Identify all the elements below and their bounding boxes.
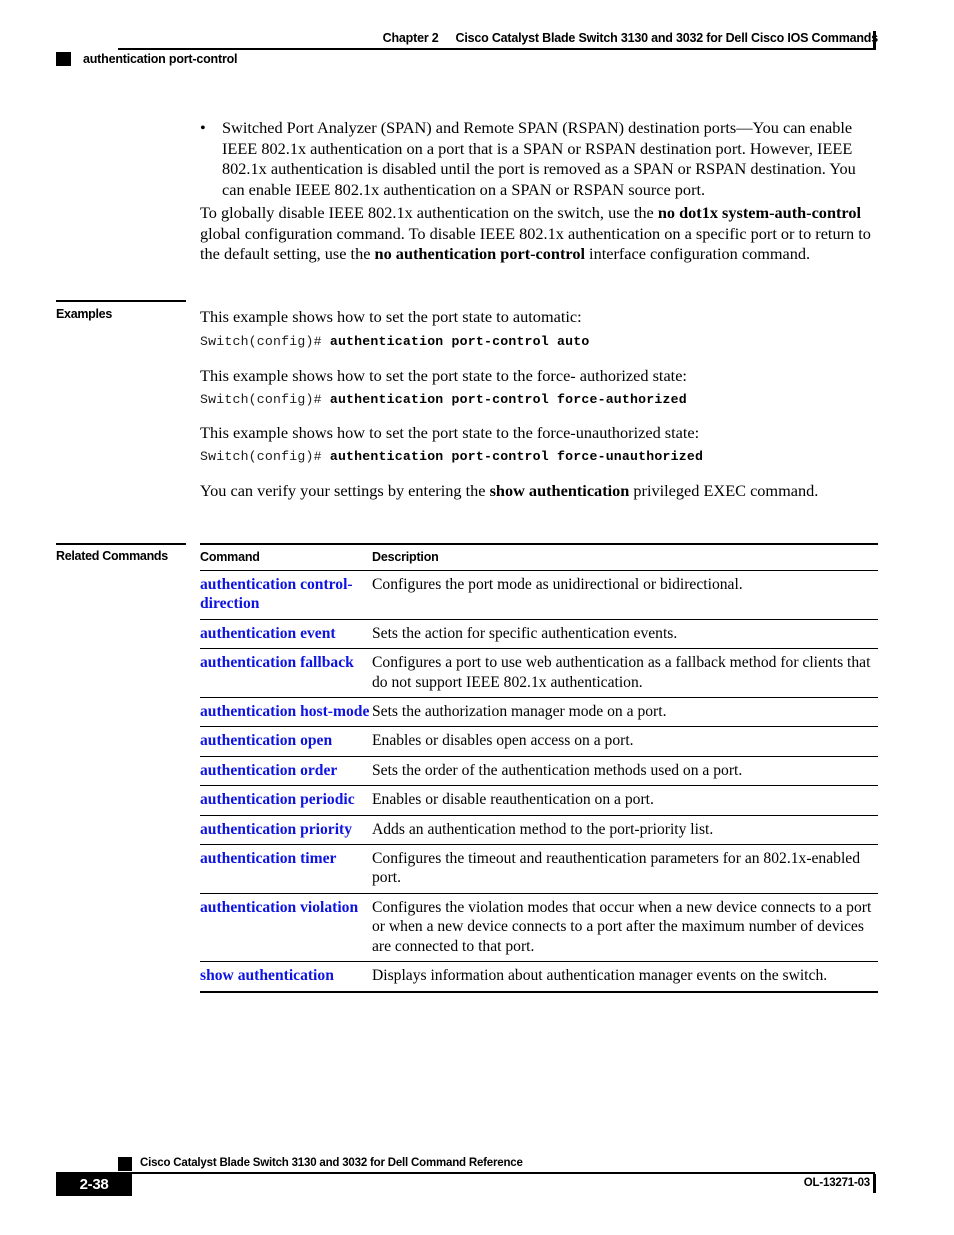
verify-bold-command: show authentication <box>489 481 630 500</box>
command-link[interactable]: authentication order <box>200 756 372 787</box>
code-line-3: Switch(config)# authentication port-cont… <box>200 449 878 465</box>
footer-rule <box>118 1172 875 1174</box>
document-id: OL-13271-03 <box>803 1177 870 1189</box>
command-link[interactable]: show authentication <box>200 961 372 993</box>
header-chapter-label: Chapter 2 <box>382 31 439 45</box>
header-book-title: Cisco Catalyst Blade Switch 3130 and 303… <box>455 31 879 45</box>
command-description: Sets the authorization manager mode on a… <box>372 697 878 728</box>
example-1-intro-text: This example shows how to set the port s… <box>200 307 582 326</box>
table-row: show authentication Displays information… <box>200 961 878 993</box>
black-square-marker-icon <box>56 52 71 66</box>
intro-bold-command-2: no authentication port-control <box>374 244 585 264</box>
code-line-2: Switch(config)# authentication port-cont… <box>200 392 878 408</box>
table-row: authentication timer Configures the time… <box>200 844 878 894</box>
code-command-3: authentication port-control force-unauth… <box>329 449 704 464</box>
header-command-row: authentication port-control <box>56 50 238 68</box>
table-row: authentication periodic Enables or disab… <box>200 785 878 816</box>
command-link[interactable]: authentication periodic <box>200 785 372 816</box>
intro-paragraph-block: To globally disable IEEE 802.1x authenti… <box>200 203 878 265</box>
command-link[interactable]: authentication event <box>200 619 372 650</box>
command-description: Enables or disable reauthentication on a… <box>372 785 878 816</box>
command-description: Enables or disables open access on a por… <box>372 726 878 757</box>
verify-part1: You can verify your settings by entering… <box>200 481 490 500</box>
footer-black-square-marker-icon <box>118 1157 132 1171</box>
command-description: Sets the order of the authentication met… <box>372 756 878 787</box>
bullet-marker-icon: • <box>200 118 206 137</box>
example-3-intro: This example shows how to set the port s… <box>200 423 878 444</box>
examples-section-label: Examples <box>56 307 112 321</box>
intro-bold-command-1: no dot1x system-auth-control <box>657 203 862 222</box>
page-title: authentication port-control <box>83 52 238 66</box>
code-command-2: authentication port-control force-author… <box>329 392 687 407</box>
example-2-intro: This example shows how to set the port s… <box>200 366 878 387</box>
page-header: Chapter 2 Cisco Catalyst Blade Switch 313… <box>0 0 954 92</box>
command-description: Configures a port to use web authenticat… <box>372 648 878 699</box>
example-3-code-line: Switch(config)# authentication port-cont… <box>200 449 878 465</box>
column-header-description: Description <box>372 543 878 571</box>
examples-section-rule <box>56 300 186 302</box>
verify-paragraph-block: You can verify your settings by entering… <box>200 481 878 502</box>
code-prompt-2: Switch(config)# <box>200 392 330 407</box>
header-title-row: Chapter 2 Cisco Catalyst Blade Switch 313… <box>0 31 879 45</box>
related-commands-table: Command Description authentication contr… <box>200 543 878 993</box>
command-link[interactable]: authentication priority <box>200 815 372 846</box>
table-body: authentication control-direction Configu… <box>200 570 878 993</box>
table-row: authentication order Sets the order of t… <box>200 756 878 787</box>
table-row: authentication open Enables or disables … <box>200 726 878 757</box>
example-2-code-line: Switch(config)# authentication port-cont… <box>200 392 878 408</box>
command-link[interactable]: authentication control-direction <box>200 570 372 620</box>
code-prompt-3: Switch(config)# <box>200 449 330 464</box>
command-description: Adds an authentication method to the por… <box>372 815 878 846</box>
code-prompt-1: Switch(config)# <box>200 334 330 349</box>
related-commands-section-label: Related Commands <box>56 549 168 563</box>
command-link[interactable]: authentication timer <box>200 844 372 894</box>
table-row: authentication event Sets the action for… <box>200 619 878 650</box>
command-description: Configures the timeout and reauthenticat… <box>372 844 878 894</box>
verify-paragraph: You can verify your settings by entering… <box>200 481 878 502</box>
footer-book-title: Cisco Catalyst Blade Switch 3130 and 303… <box>140 1157 523 1169</box>
header-end-tick <box>873 31 876 50</box>
command-link[interactable]: authentication host-mode <box>200 697 372 728</box>
bullet-list-item: • Switched Port Analyzer (SPAN) and Remo… <box>200 118 878 200</box>
command-description: Sets the action for specific authenticat… <box>372 619 878 650</box>
table-row: authentication fallback Configures a por… <box>200 648 878 699</box>
command-description: Configures the violation modes that occu… <box>372 893 878 963</box>
table-header-row: Command Description <box>200 543 878 571</box>
command-link[interactable]: authentication open <box>200 726 372 757</box>
intro-paragraph: To globally disable IEEE 802.1x authenti… <box>200 203 878 265</box>
verify-part2: privileged EXEC command. <box>629 481 819 500</box>
table-row: authentication priority Adds an authenti… <box>200 815 878 846</box>
example-3-intro-text: This example shows how to set the port s… <box>200 423 700 442</box>
example-1-code-line: Switch(config)# authentication port-cont… <box>200 334 878 350</box>
intro-part1: To globally disable IEEE 802.1x authenti… <box>200 203 658 222</box>
example-2-intro-text: This example shows how to set the port s… <box>200 366 687 385</box>
related-commands-section-rule <box>56 543 186 545</box>
command-link[interactable]: authentication fallback <box>200 648 372 699</box>
table-row: authentication host-mode Sets the author… <box>200 697 878 728</box>
footer-end-tick <box>873 1174 876 1193</box>
table-row: authentication violation Configures the … <box>200 893 878 963</box>
code-line-1: Switch(config)# authentication port-cont… <box>200 334 878 350</box>
command-link[interactable]: authentication violation <box>200 893 372 963</box>
table-row: authentication control-direction Configu… <box>200 570 878 620</box>
bullet-text: Switched Port Analyzer (SPAN) and Remote… <box>222 118 856 199</box>
command-description: Displays information about authenticatio… <box>372 961 878 993</box>
command-description: Configures the port mode as unidirection… <box>372 570 878 620</box>
intro-part3: interface configuration command. <box>584 244 811 264</box>
example-1-intro: This example shows how to set the port s… <box>200 307 878 328</box>
code-command-1: authentication port-control auto <box>329 334 590 349</box>
page-number-badge: 2-38 <box>56 1172 132 1196</box>
column-header-command: Command <box>200 543 372 571</box>
